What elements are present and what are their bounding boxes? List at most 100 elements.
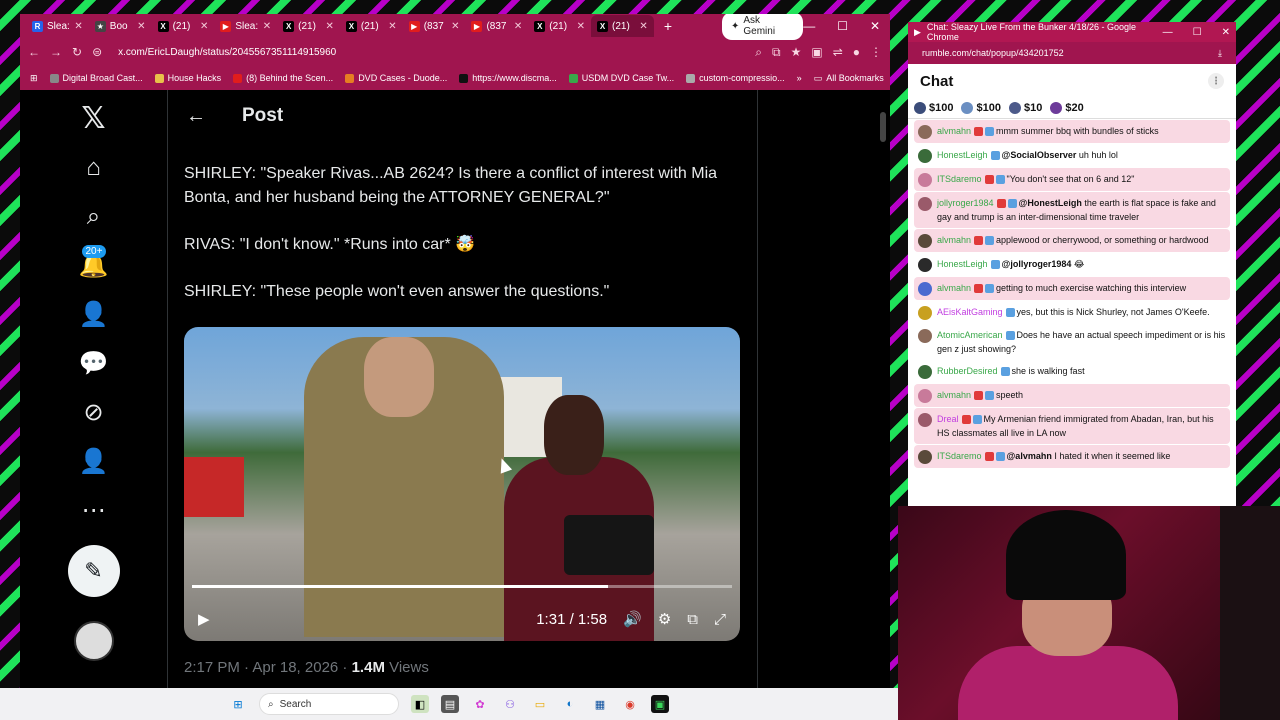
close-window-button[interactable]: ✕ bbox=[870, 19, 880, 33]
rant-badge[interactable]: $100 bbox=[914, 102, 953, 114]
tab-close-icon[interactable]: ✕ bbox=[326, 21, 334, 32]
tab-close-icon[interactable]: ✕ bbox=[263, 21, 271, 32]
tab-close-icon[interactable]: ✕ bbox=[577, 21, 585, 32]
url-field[interactable]: x.com/EricLDaugh/status/2045567351114915… bbox=[112, 47, 745, 58]
bookmark-star-icon[interactable]: ★ bbox=[791, 45, 802, 59]
copilot-icon[interactable]: ✿ bbox=[471, 695, 489, 713]
app-icon[interactable]: ▣ bbox=[651, 695, 669, 713]
rant-badge[interactable]: $10 bbox=[1008, 102, 1042, 114]
chat-username[interactable]: HonestLeigh bbox=[937, 150, 988, 160]
profile-icon[interactable]: 👤 bbox=[69, 437, 119, 486]
bookmark-item[interactable]: House Hacks bbox=[154, 73, 221, 83]
chat-mention[interactable]: @alvmahn bbox=[1007, 451, 1052, 461]
chat-username[interactable]: jollyroger1984 bbox=[937, 198, 994, 208]
chat-username[interactable]: HonestLeigh bbox=[937, 259, 988, 269]
home-icon[interactable]: ⌂ bbox=[69, 143, 119, 192]
user-avatar[interactable] bbox=[918, 329, 932, 343]
post-timestamp[interactable]: 2:17 PM · Apr 18, 2026 · bbox=[184, 659, 352, 676]
chat-mention[interactable]: @jollyroger1984 bbox=[1002, 259, 1072, 269]
widgets-icon[interactable]: ◧ bbox=[411, 695, 429, 713]
tab-close-icon[interactable]: ✕ bbox=[137, 21, 145, 32]
install-icon[interactable]: ⧉ bbox=[772, 45, 781, 60]
browser-tab[interactable]: X (21) ✕ bbox=[277, 15, 340, 37]
profile-icon[interactable]: ● bbox=[853, 45, 860, 59]
user-avatar[interactable] bbox=[918, 197, 932, 211]
bookmarks-overflow-icon[interactable]: » bbox=[797, 73, 802, 83]
chat-menu-icon[interactable]: ⋮ bbox=[1208, 73, 1224, 89]
browser-tab[interactable]: ▶ (837 ✕ bbox=[465, 15, 528, 37]
teams-icon[interactable]: ⚇ bbox=[501, 695, 519, 713]
bookmark-item[interactable]: Digital Broad Cast... bbox=[49, 73, 143, 83]
chat-username[interactable]: AtomicAmerican bbox=[937, 330, 1003, 340]
tab-close-icon[interactable]: ✕ bbox=[639, 21, 647, 32]
messages-icon[interactable]: 💬 bbox=[69, 339, 119, 388]
bookmark-item[interactable]: DVD Cases - Duode... bbox=[345, 73, 447, 83]
search-icon[interactable]: ⌕ bbox=[69, 192, 119, 241]
download-icon[interactable]: ⤓ bbox=[1218, 48, 1222, 59]
rant-badge[interactable]: $100 bbox=[961, 102, 1001, 114]
minimize-button[interactable]: — bbox=[1163, 27, 1173, 38]
volume-icon[interactable]: 🔊 bbox=[623, 610, 642, 628]
chat-username[interactable]: alvmahn bbox=[937, 390, 971, 400]
task-view-icon[interactable]: ▤ bbox=[441, 695, 459, 713]
tab-close-icon[interactable]: ✕ bbox=[514, 21, 522, 32]
user-avatar[interactable] bbox=[918, 173, 932, 187]
all-bookmarks[interactable]: ▭ All Bookmarks bbox=[814, 73, 884, 84]
chat-username[interactable]: ITSdaremo bbox=[937, 451, 982, 461]
ask-gemini-button[interactable]: ✦ Ask Gemini bbox=[722, 14, 804, 40]
rant-badge[interactable]: $20 bbox=[1050, 102, 1084, 114]
chat-url-bar[interactable]: rumble.com/chat/popup/434201752 ⤓ bbox=[908, 42, 1236, 64]
tab-close-icon[interactable]: ✕ bbox=[451, 21, 459, 32]
minimize-button[interactable]: — bbox=[803, 19, 815, 33]
bookmark-item[interactable]: custom-compressio... bbox=[686, 73, 785, 83]
chat-username[interactable]: RubberDesired bbox=[937, 366, 998, 376]
file-explorer-icon[interactable]: ▭ bbox=[531, 695, 549, 713]
tab-close-icon[interactable]: ✕ bbox=[388, 21, 396, 32]
grok-icon[interactable]: ⊘ bbox=[69, 388, 119, 437]
user-avatar[interactable] bbox=[918, 413, 932, 427]
chat-username[interactable]: alvmahn bbox=[937, 283, 971, 293]
video-progress-bar[interactable] bbox=[192, 585, 732, 588]
video-player[interactable]: ▶ 1:31 / 1:58 🔊 ⚙ ⧉ ⤢ bbox=[184, 327, 740, 641]
chat-username[interactable]: Dreal bbox=[937, 414, 959, 424]
bookmark-item[interactable]: (8) Behind the Scen... bbox=[233, 73, 333, 83]
pip-icon[interactable]: ⧉ bbox=[687, 611, 698, 628]
store-icon[interactable]: ▦ bbox=[591, 695, 609, 713]
avatar[interactable] bbox=[73, 621, 114, 661]
x-logo-icon[interactable]: 𝕏 bbox=[69, 94, 119, 143]
user-avatar[interactable] bbox=[918, 450, 932, 464]
chat-mention[interactable]: @HonestLeigh bbox=[1019, 198, 1082, 208]
menu-icon[interactable]: ⋮ bbox=[870, 45, 882, 59]
maximize-button[interactable]: ☐ bbox=[1193, 27, 1202, 38]
edge-icon[interactable]: ◐ bbox=[561, 695, 579, 713]
browser-tab[interactable]: R Slea: ✕ bbox=[26, 15, 89, 37]
browser-tab[interactable]: X (21) ✕ bbox=[528, 15, 591, 37]
forward-icon[interactable]: → bbox=[50, 45, 62, 59]
notifications-icon[interactable]: 🔔 20+ bbox=[69, 241, 119, 290]
taskbar-search[interactable]: ⌕ Search bbox=[259, 693, 399, 715]
chat-username[interactable]: alvmahn bbox=[937, 235, 971, 245]
windows-start-icon[interactable]: ⊞ bbox=[229, 695, 247, 713]
close-window-button[interactable]: ✕ bbox=[1222, 27, 1230, 38]
maximize-button[interactable]: ☐ bbox=[837, 19, 848, 33]
tab-close-icon[interactable]: ✕ bbox=[74, 21, 82, 32]
user-avatar[interactable] bbox=[918, 125, 932, 139]
more-icon[interactable]: ⋯ bbox=[69, 486, 119, 535]
browser-tab[interactable]: X (21) ✕ bbox=[152, 15, 215, 37]
user-avatar[interactable] bbox=[918, 389, 932, 403]
reload-icon[interactable]: ↻ bbox=[72, 45, 82, 59]
site-info-icon[interactable]: ⊜ bbox=[92, 45, 102, 59]
chat-username[interactable]: ITSdaremo bbox=[937, 174, 982, 184]
user-avatar[interactable] bbox=[918, 149, 932, 163]
zoom-icon[interactable]: ⌕ bbox=[755, 45, 762, 60]
compose-post-button[interactable]: ✎ bbox=[67, 545, 120, 597]
chat-mention[interactable]: @SocialObserver bbox=[1002, 150, 1077, 160]
browser-tab[interactable]: X (21) ✕ bbox=[591, 15, 654, 37]
extensions-icon[interactable]: ⇌ bbox=[833, 45, 843, 59]
back-arrow-icon[interactable]: ← bbox=[186, 105, 206, 128]
browser-tab[interactable]: X (21) ✕ bbox=[340, 15, 403, 37]
play-icon[interactable]: ▶ bbox=[198, 610, 210, 628]
fullscreen-icon[interactable]: ⤢ bbox=[714, 611, 726, 628]
settings-icon[interactable]: ⚙ bbox=[658, 610, 671, 628]
reading-list-icon[interactable]: ▣ bbox=[811, 45, 822, 59]
